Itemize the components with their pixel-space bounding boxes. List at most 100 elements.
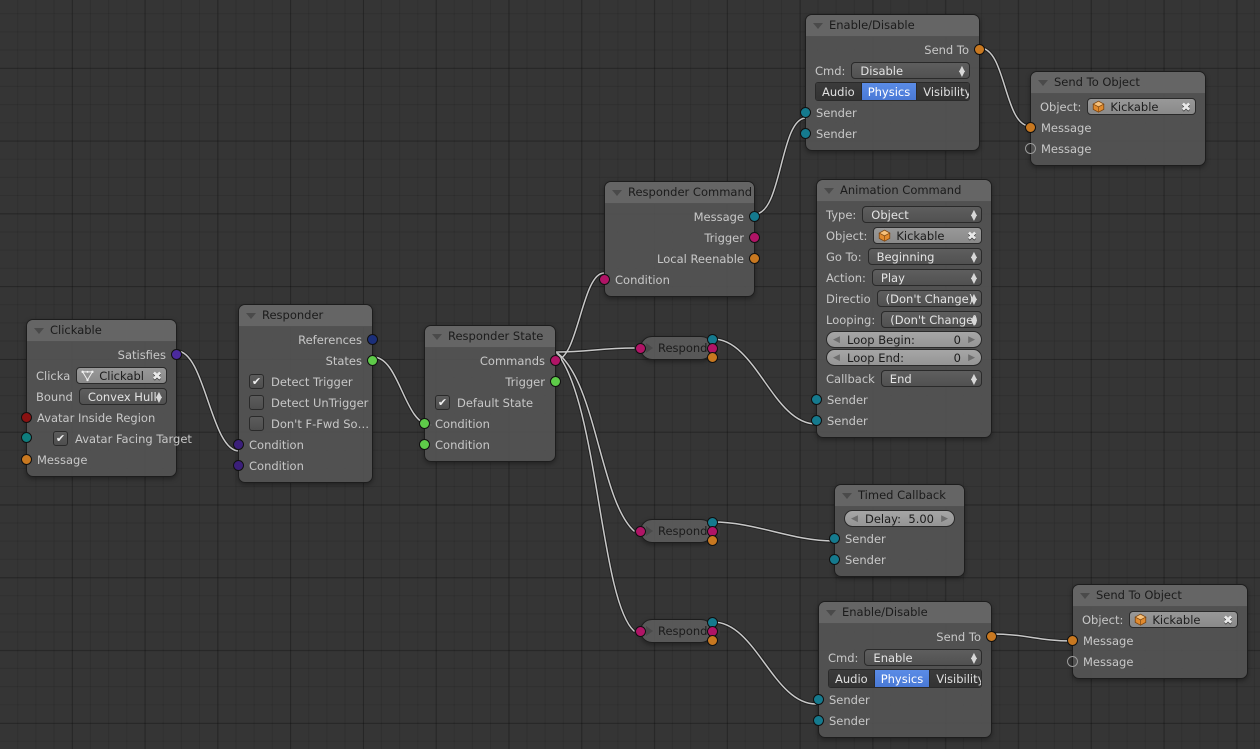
socket-satisfies[interactable] bbox=[171, 349, 182, 360]
detect-untrigger-checkbox[interactable] bbox=[249, 395, 264, 410]
bound-dropdown[interactable]: Convex Hull ▲ ▼ bbox=[78, 388, 167, 405]
mesh-field[interactable]: Clickabl ✖ bbox=[76, 367, 167, 384]
toggle-group-channels[interactable]: Audio Physics Visibility bbox=[828, 669, 982, 688]
node-send-to-object-bottom[interactable]: Send To Object Object: Kickable ✖ Messag… bbox=[1067, 584, 1248, 679]
socket-sender-2[interactable] bbox=[829, 554, 840, 565]
socket-states[interactable] bbox=[367, 355, 378, 366]
socket-local-reenable[interactable] bbox=[707, 535, 718, 546]
socket-message-2[interactable] bbox=[1025, 143, 1036, 154]
avatar-facing-target-checkbox[interactable]: ✔ bbox=[53, 431, 68, 446]
socket-condition[interactable] bbox=[599, 274, 610, 285]
socket-condition-1[interactable] bbox=[419, 418, 430, 429]
node-animation-command[interactable]: Animation Command Type: Object ▲ ▼ Object… bbox=[811, 179, 992, 438]
socket-condition-2[interactable] bbox=[233, 460, 244, 471]
checkbox-dont-ffwd-sound[interactable]: Don't F-Fwd So… bbox=[239, 413, 372, 434]
socket-local-reenable[interactable] bbox=[749, 253, 760, 264]
socket-condition-2[interactable] bbox=[419, 439, 430, 450]
node-header[interactable]: Enable/Disable bbox=[819, 602, 991, 624]
clear-object-icon[interactable]: ✖ bbox=[1223, 614, 1233, 626]
slider-loop-end[interactable]: ◀ Loop End: 0 ▶ bbox=[826, 349, 982, 366]
action-dropdown[interactable]: Play ▲ ▼ bbox=[871, 269, 982, 286]
chevron-right-icon[interactable]: ▶ bbox=[968, 335, 975, 345]
collapse-triangle-icon[interactable] bbox=[34, 327, 44, 334]
cmd-dropdown[interactable]: Enable ▲ ▼ bbox=[864, 649, 982, 666]
socket-condition[interactable] bbox=[635, 526, 646, 537]
collapse-triangle-icon[interactable] bbox=[813, 22, 823, 29]
socket-sender-2[interactable] bbox=[800, 128, 811, 139]
collapse-triangle-icon[interactable] bbox=[432, 333, 442, 340]
node-header[interactable]: Clickable bbox=[27, 320, 176, 342]
toggle-physics[interactable]: Physics bbox=[874, 670, 931, 687]
node-timed-callback[interactable]: Timed Callback ◀ Delay: 5.00 ▶ Sender Se… bbox=[829, 484, 965, 577]
clear-object-icon[interactable]: ✖ bbox=[967, 230, 977, 242]
socket-sender-1[interactable] bbox=[829, 533, 840, 544]
collapse-triangle-icon[interactable] bbox=[612, 189, 622, 196]
socket-condition-1[interactable] bbox=[233, 439, 244, 450]
dont-ffwd-sound-checkbox[interactable] bbox=[249, 416, 264, 431]
node-header[interactable]: Responder State bbox=[425, 326, 555, 348]
socket-avatar-inside-region[interactable] bbox=[21, 412, 32, 423]
node-respond-1[interactable]: Respond bbox=[635, 334, 721, 363]
node-editor-canvas[interactable]: Enable/Disable Send To Cmd: Disable ▲ ▼ A… bbox=[0, 0, 1260, 749]
node-enable-disable-top[interactable]: Enable/Disable Send To Cmd: Disable ▲ ▼ A… bbox=[800, 14, 985, 151]
chevron-left-icon[interactable]: ◀ bbox=[833, 335, 840, 345]
toggle-audio[interactable]: Audio bbox=[829, 670, 875, 687]
toggle-group-channels[interactable]: Audio Physics Visibility bbox=[815, 82, 970, 101]
socket-condition[interactable] bbox=[635, 343, 646, 354]
socket-condition[interactable] bbox=[635, 626, 646, 637]
socket-message[interactable] bbox=[749, 211, 760, 222]
socket-references[interactable] bbox=[367, 334, 378, 345]
object-field[interactable]: Kickable ✖ bbox=[1087, 98, 1196, 115]
collapse-triangle-icon[interactable] bbox=[842, 492, 852, 499]
collapse-triangle-icon[interactable] bbox=[1038, 79, 1048, 86]
toggle-visibility[interactable]: Visibility bbox=[930, 670, 981, 687]
cmd-dropdown[interactable]: Disable ▲ ▼ bbox=[851, 62, 970, 79]
node-header[interactable]: Timed Callback bbox=[835, 485, 964, 507]
chevron-left-icon[interactable]: ◀ bbox=[833, 353, 840, 363]
node-header[interactable]: Responder Command bbox=[605, 182, 754, 204]
node-header[interactable]: Enable/Disable bbox=[806, 15, 979, 37]
clear-mesh-icon[interactable]: ✖ bbox=[152, 370, 162, 382]
slider-delay[interactable]: ◀ Delay: 5.00 ▶ bbox=[844, 510, 955, 527]
socket-sender-1[interactable] bbox=[800, 107, 811, 118]
socket-trigger[interactable] bbox=[749, 232, 760, 243]
chevron-right-icon[interactable]: ▶ bbox=[968, 353, 975, 363]
toggle-audio[interactable]: Audio bbox=[816, 83, 862, 100]
node-responder-state[interactable]: Responder State Commands Trigger ✔ Defau… bbox=[419, 325, 561, 462]
looping-dropdown[interactable]: (Don't Change) ▲ ▼ bbox=[881, 311, 982, 328]
node-respond-3[interactable]: Respond bbox=[635, 617, 721, 646]
checkbox-detect-trigger[interactable]: ✔ Detect Trigger bbox=[239, 371, 372, 392]
direction-dropdown[interactable]: (Don't Change) ▲ ▼ bbox=[876, 290, 982, 307]
clear-object-icon[interactable]: ✖ bbox=[1181, 101, 1191, 113]
socket-sender-2[interactable] bbox=[811, 415, 822, 426]
callback-dropdown[interactable]: End ▲ ▼ bbox=[880, 370, 982, 387]
object-field[interactable]: Kickable ✖ bbox=[1129, 611, 1238, 628]
node-responder-command[interactable]: Responder Command Message Trigger Local … bbox=[599, 181, 760, 297]
collapse-triangle-icon[interactable] bbox=[246, 312, 256, 319]
toggle-physics[interactable]: Physics bbox=[861, 83, 918, 100]
socket-commands[interactable] bbox=[550, 355, 561, 366]
socket-message[interactable] bbox=[21, 454, 32, 465]
socket-local-reenable[interactable] bbox=[707, 635, 718, 646]
expand-triangle-icon[interactable] bbox=[646, 626, 653, 636]
type-dropdown[interactable]: Object ▲ ▼ bbox=[862, 206, 982, 223]
socket-message-1[interactable] bbox=[1025, 122, 1036, 133]
node-enable-disable-bottom[interactable]: Enable/Disable Send To Cmd: Enable ▲ ▼ Au… bbox=[813, 601, 997, 738]
socket-sender-1[interactable] bbox=[811, 394, 822, 405]
toggle-visibility[interactable]: Visibility bbox=[917, 83, 969, 100]
go-to-dropdown[interactable]: Beginning ▲ ▼ bbox=[867, 248, 982, 265]
expand-triangle-icon[interactable] bbox=[646, 526, 653, 536]
slider-loop-begin[interactable]: ◀ Loop Begin: 0 ▶ bbox=[826, 331, 982, 348]
socket-avatar-facing-target[interactable] bbox=[21, 432, 32, 443]
node-clickable[interactable]: Clickable Satisfies Clicka Clickabl ✖ Bo… bbox=[21, 319, 192, 477]
node-header[interactable]: Responder bbox=[239, 305, 372, 327]
collapse-triangle-icon[interactable] bbox=[1080, 592, 1090, 599]
collapse-triangle-icon[interactable] bbox=[826, 609, 836, 616]
socket-trigger[interactable] bbox=[550, 376, 561, 387]
expand-triangle-icon[interactable] bbox=[646, 343, 653, 353]
node-send-to-object-top[interactable]: Send To Object Object: Kickable ✖ Messag… bbox=[1025, 71, 1206, 166]
object-field[interactable]: Kickable ✖ bbox=[873, 227, 982, 244]
node-header[interactable]: Animation Command bbox=[817, 180, 991, 202]
checkbox-default-state[interactable]: ✔ Default State bbox=[425, 392, 555, 413]
chevron-left-icon[interactable]: ◀ bbox=[851, 514, 858, 524]
